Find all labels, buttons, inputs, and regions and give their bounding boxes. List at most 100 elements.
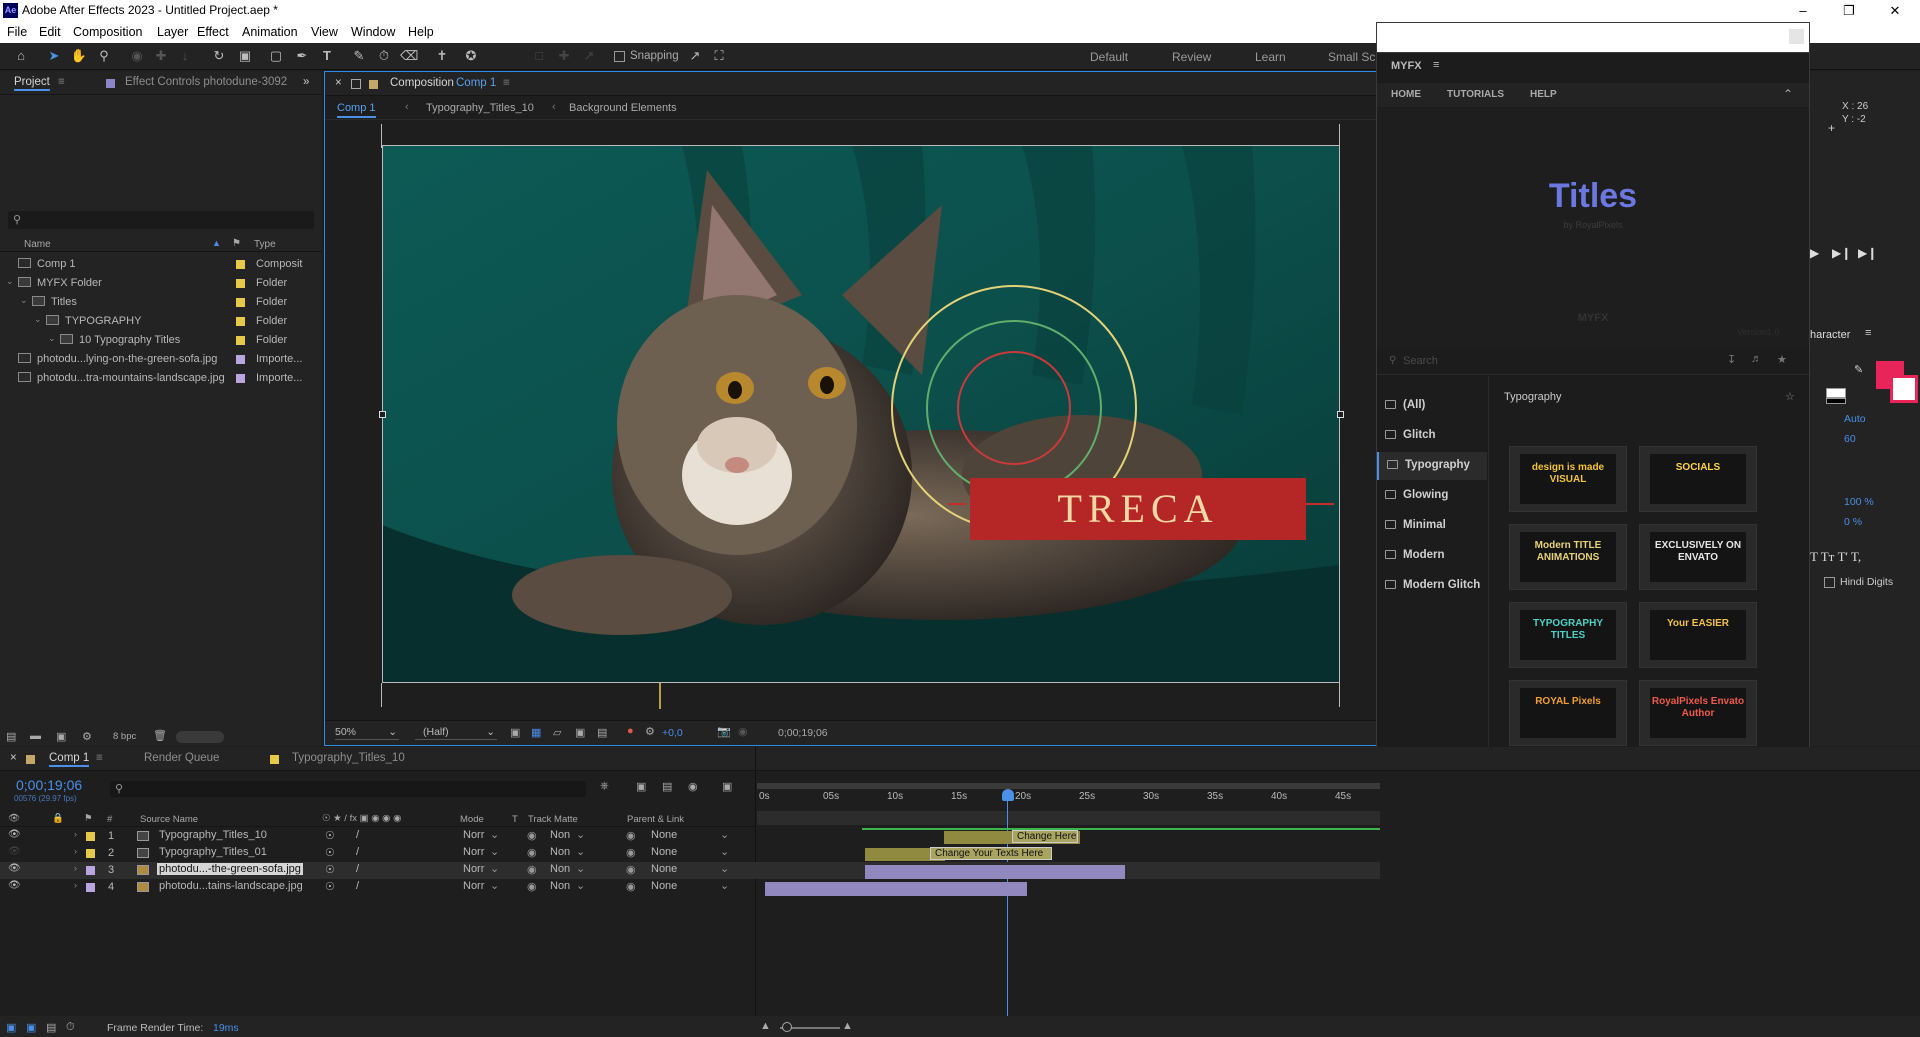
project-item[interactable]: photodu...tra-mountains-landscape.jpg Imp… xyxy=(0,369,322,388)
minimize-icon[interactable]: – xyxy=(1780,0,1826,22)
zoom-out-icon[interactable]: ▲ xyxy=(760,1020,771,1032)
interpret-footage-icon[interactable]: ▤ xyxy=(6,730,16,743)
label-color-swatch[interactable] xyxy=(236,260,245,269)
thumbnail-slider[interactable] xyxy=(176,731,224,743)
zoom-in-icon[interactable]: ▲ xyxy=(842,1020,853,1032)
col-mode[interactable]: Mode xyxy=(460,814,484,825)
playhead-handle[interactable] xyxy=(1002,789,1014,801)
track-matte-pickwhip-icon[interactable]: ◉ xyxy=(527,829,537,842)
font-size-value[interactable]: 60 xyxy=(1844,433,1856,445)
mask-visibility-icon[interactable]: ▱ xyxy=(553,726,561,739)
breadcrumb-comp-1[interactable]: Comp 1 xyxy=(337,102,376,118)
tab-project[interactable]: Project xyxy=(14,76,50,91)
panel-menu-icon[interactable]: ≡ xyxy=(58,76,65,88)
zoom-slider-handle[interactable] xyxy=(782,1022,792,1032)
frame-blending-icon[interactable]: ◉ xyxy=(688,780,698,793)
parent-dropdown[interactable]: None xyxy=(651,880,677,892)
track-matte-dropdown[interactable]: Non xyxy=(550,846,570,858)
hindi-digits-checkbox[interactable] xyxy=(1824,577,1835,588)
project-search-input[interactable]: ⚲ xyxy=(8,211,314,229)
chevron-up-icon[interactable]: ⌃ xyxy=(1783,87,1793,101)
eraser-tool-icon[interactable]: ⌫ xyxy=(400,47,418,65)
label-color-swatch[interactable] xyxy=(236,374,245,383)
myfx-category-item[interactable]: Minimal xyxy=(1377,512,1487,540)
track-matte-dropdown[interactable]: Non xyxy=(550,829,570,841)
resolution-dropdown[interactable]: (Half) ⌄ xyxy=(415,726,497,740)
project-item[interactable]: photodu...lying-on-the-green-sofa.jpg Imp… xyxy=(0,350,322,369)
workspace-small-screen[interactable]: Small Scr xyxy=(1328,50,1379,64)
quality-switch-icon[interactable]: / xyxy=(356,880,359,892)
disclosure-icon[interactable]: ⌄ xyxy=(34,314,42,325)
myfx-search-input[interactable]: Search xyxy=(1403,355,1438,367)
layer-label-color[interactable] xyxy=(86,866,95,875)
layer-name[interactable]: Typography_Titles_01 xyxy=(157,846,269,858)
shy-switch-icon[interactable]: ☉ xyxy=(325,880,335,893)
close-icon[interactable] xyxy=(1789,29,1804,44)
exposure-value[interactable]: +0,0 xyxy=(662,727,683,739)
parent-dropdown[interactable]: None xyxy=(651,829,677,841)
home-icon[interactable]: ⌂ xyxy=(12,47,30,65)
layer-3-bar[interactable] xyxy=(865,865,1125,879)
time-ruler[interactable]: 0s 05s 10s 15s 20s 25s 30s 35s 40s 45s xyxy=(757,777,1380,827)
show-snapshot-icon[interactable]: ◉ xyxy=(738,725,748,738)
project-item[interactable]: ⌄ MYFX Folder Folder xyxy=(0,274,322,293)
eyedropper-icon[interactable]: ✎ xyxy=(1854,363,1863,376)
channel-icon[interactable]: ● xyxy=(627,725,634,737)
myfx-category-item[interactable]: Modern Glitch xyxy=(1377,572,1487,600)
leading-value[interactable]: Auto xyxy=(1844,413,1866,425)
selection-tool-icon[interactable]: ➤ xyxy=(45,47,63,65)
play-icon[interactable]: ▶ xyxy=(1810,246,1819,260)
region-of-interest-icon[interactable]: ▣ xyxy=(575,726,585,739)
new-comp-icon[interactable]: ▣ xyxy=(56,730,66,743)
timeline-timecode[interactable]: 0;00;19;06 xyxy=(16,777,82,793)
chevron-right-icon[interactable]: › xyxy=(74,829,77,839)
close-tab-icon[interactable]: × xyxy=(10,752,17,764)
orbit-tool-icon[interactable]: ◉ xyxy=(128,47,146,65)
label-color-swatch[interactable] xyxy=(236,279,245,288)
text-style-buttons[interactable]: T Tт T' T, xyxy=(1810,549,1861,565)
layer-4-bar[interactable] xyxy=(765,882,1027,896)
toggle-switches-icon[interactable]: ▣ xyxy=(6,1021,16,1034)
clone-stamp-icon[interactable]: ⏱ xyxy=(375,47,393,65)
label-color-swatch[interactable] xyxy=(236,298,245,307)
zoom-dropdown[interactable]: 50% ⌄ xyxy=(335,726,399,740)
layer-mode-dropdown[interactable]: Norr xyxy=(463,829,484,841)
col-track-matte[interactable]: Track Matte xyxy=(528,814,578,825)
panel-menu-icon[interactable]: ≡ xyxy=(503,77,510,89)
myfx-template-thumbnail[interactable]: RoyalPixels Envato Author xyxy=(1639,680,1757,746)
menu-effect[interactable]: Effect xyxy=(197,25,229,39)
panel-overflow-icon[interactable]: » xyxy=(303,76,309,88)
track-matte-pickwhip-icon[interactable]: ◉ xyxy=(527,863,537,876)
parent-pickwhip-icon[interactable]: ◉ xyxy=(626,863,636,876)
project-item[interactable]: ⌄ TYPOGRAPHY Folder xyxy=(0,312,322,331)
col-parent-link[interactable]: Parent & Link xyxy=(627,814,684,825)
layer-name[interactable]: photodu...tains-landscape.jpg xyxy=(157,880,305,892)
myfx-category-item[interactable]: Glowing xyxy=(1377,482,1487,510)
lock-icon[interactable] xyxy=(351,79,361,89)
panel-menu-icon[interactable]: ≡ xyxy=(96,752,103,764)
dolly-tool-icon[interactable]: ↓ xyxy=(176,47,194,65)
tab-effect-controls[interactable]: Effect Controls photodune-3092 xyxy=(125,76,287,88)
label-color-swatch[interactable] xyxy=(236,355,245,364)
layer-mode-dropdown[interactable]: Norr xyxy=(463,846,484,858)
bpc-button[interactable]: 8 bpc xyxy=(113,731,136,742)
layer-label-color[interactable] xyxy=(86,849,95,858)
track-matte-dropdown[interactable]: Non xyxy=(550,863,570,875)
col-type[interactable]: Type xyxy=(254,239,276,250)
puppet-tool-icon[interactable]: ✪ xyxy=(462,47,480,65)
layer-label-color[interactable] xyxy=(86,883,95,892)
project-item[interactable]: ⌄ Titles Folder xyxy=(0,293,322,312)
close-icon[interactable]: ✕ xyxy=(1872,0,1918,22)
timeline-layer-row[interactable]: 👁 › 3 photodu...-the-green-sofa.jpg ☉ / Norr ⌄ ◉… xyxy=(0,862,1380,879)
chevron-right-icon[interactable]: › xyxy=(74,880,77,890)
roto-brush-icon[interactable]: ✝ xyxy=(433,47,451,65)
parent-pickwhip-icon[interactable]: ◉ xyxy=(626,880,636,893)
myfx-template-thumbnail[interactable]: design is made VISUAL xyxy=(1509,446,1627,512)
layer-mode-dropdown[interactable]: Norr xyxy=(463,880,484,892)
visibility-eye-icon[interactable]: 👁 xyxy=(8,880,21,891)
toggle-in-out-icon[interactable]: ▤ xyxy=(46,1021,56,1034)
quality-switch-icon[interactable]: / xyxy=(356,829,359,841)
chevron-right-icon[interactable]: › xyxy=(74,846,77,856)
pan-tool-icon[interactable]: ✚ xyxy=(152,47,170,65)
timeline-layer-row[interactable]: 👁 › 1 Typography_Titles_10 ☉ / Norr ⌄ ◉ Non ⌄ ◉ None… xyxy=(0,828,1380,845)
